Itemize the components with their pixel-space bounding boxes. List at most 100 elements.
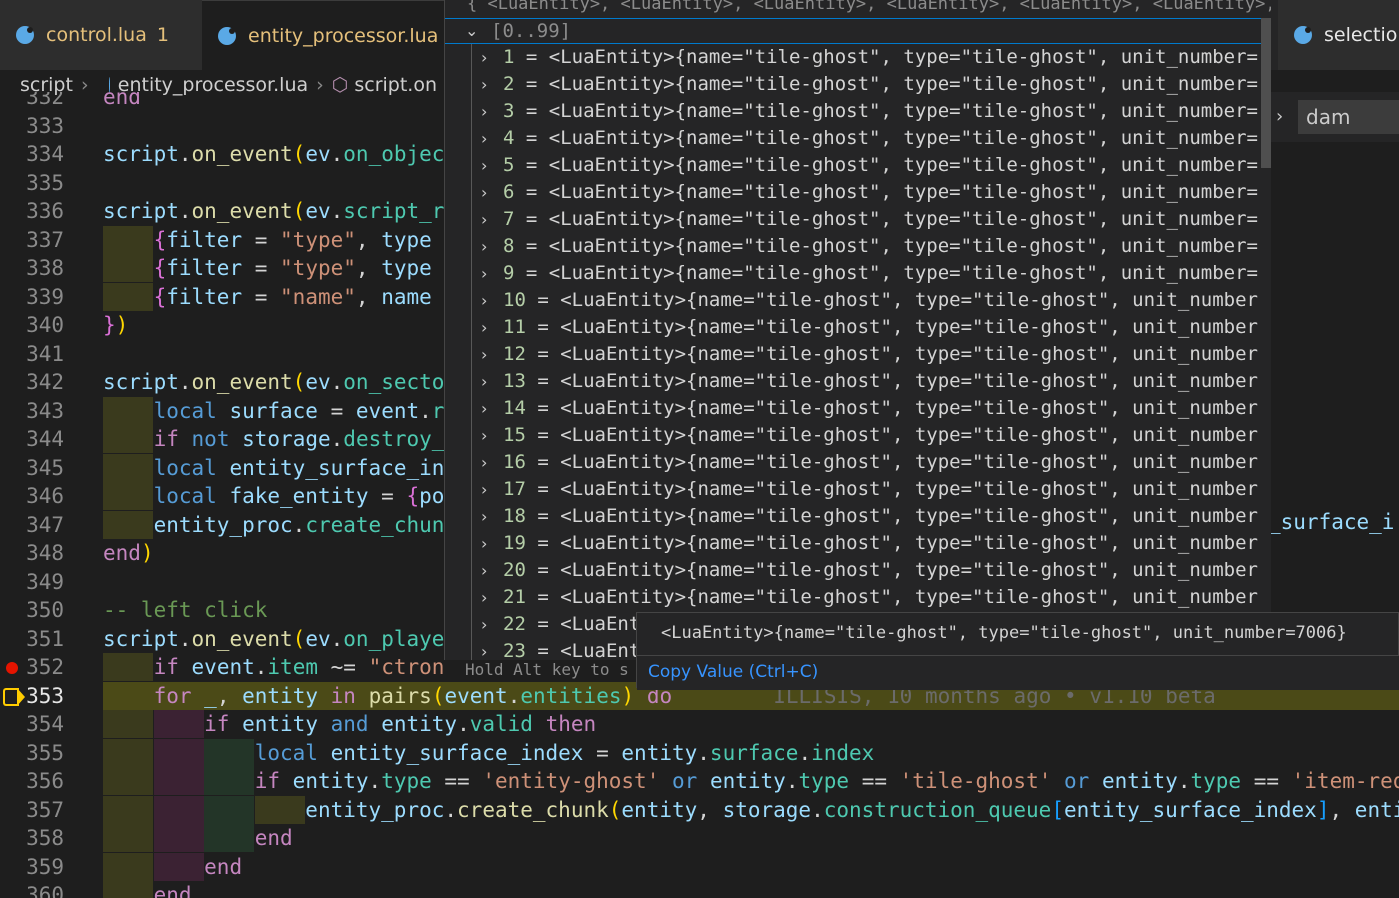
code-text: entity_proc.create_chun — [153, 512, 445, 537]
line-number[interactable]: 348 — [0, 539, 64, 567]
tab-label: entity_processor.lua — [248, 24, 439, 47]
variable-row[interactable]: › 9 = <LuaEntity>{name="tile-ghost", type… — [445, 260, 1271, 287]
line-number[interactable]: 355 — [0, 739, 64, 767]
line-number[interactable]: 356 — [0, 767, 64, 795]
chevron-right-icon[interactable]: › — [481, 611, 487, 638]
variable-text: 3 = <LuaEntity>{name="tile-ghost", type=… — [503, 100, 1258, 122]
line-number[interactable]: 338 — [0, 254, 64, 282]
tab-control-lua[interactable]: control.lua 1 — [0, 0, 202, 70]
chevron-right-icon[interactable]: › — [481, 503, 487, 530]
line-number[interactable]: 360 — [0, 881, 64, 898]
line-number[interactable]: 336 — [0, 197, 64, 225]
problem-count-badge: 1 — [156, 24, 169, 46]
line-number[interactable]: 357 — [0, 796, 64, 824]
line-number[interactable]: 340 — [0, 311, 64, 339]
chevron-down-icon[interactable]: ⌄ — [465, 21, 478, 40]
variable-row[interactable]: › 10 = <LuaEntity>{name="tile-ghost", typ… — [445, 287, 1271, 314]
line-number[interactable]: 332 — [0, 92, 64, 111]
variable-row[interactable]: › 8 = <LuaEntity>{name="tile-ghost", type… — [445, 233, 1271, 260]
variable-row[interactable]: › 19 = <LuaEntity>{name="tile-ghost", typ… — [445, 530, 1271, 557]
line-number[interactable]: 347 — [0, 511, 64, 539]
chevron-right-icon[interactable]: › — [481, 44, 487, 71]
chevron-right-icon[interactable]: › — [481, 98, 487, 125]
variable-row[interactable]: › 2 = <LuaEntity>{name="tile-ghost", type… — [445, 71, 1271, 98]
chevron-right-icon[interactable]: › — [481, 638, 487, 660]
code-text: if not storage.destroy_ — [153, 427, 445, 451]
variable-row[interactable]: › 17 = <LuaEntity>{name="tile-ghost", typ… — [445, 476, 1271, 503]
chevron-right-icon[interactable]: › — [481, 341, 487, 368]
chevron-right-icon[interactable]: › — [1276, 106, 1283, 127]
variable-row[interactable]: › 6 = <LuaEntity>{name="tile-ghost", type… — [445, 179, 1271, 206]
tab-entity-processor[interactable]: entity_processor.lua — [202, 0, 448, 70]
code-line[interactable]: 355 local entity_surface_index = entity.… — [0, 738, 1399, 767]
chevron-right-icon[interactable]: › — [481, 206, 487, 233]
variable-row[interactable]: › 12 = <LuaEntity>{name="tile-ghost", typ… — [445, 341, 1271, 368]
code-line[interactable]: 358 end — [0, 824, 1399, 852]
tab-selection[interactable]: selection_ — [1278, 0, 1399, 70]
variable-row[interactable]: › 11 = <LuaEntity>{name="tile-ghost", typ… — [445, 314, 1271, 341]
line-number[interactable]: 351 — [0, 625, 64, 653]
variable-row[interactable]: › 14 = <LuaEntity>{name="tile-ghost", typ… — [445, 395, 1271, 422]
line-number[interactable]: 354 — [0, 710, 64, 738]
variable-row[interactable]: › 15 = <LuaEntity>{name="tile-ghost", typ… — [445, 422, 1271, 449]
variable-row[interactable]: › 21 = <LuaEntity>{name="tile-ghost", typ… — [445, 584, 1271, 611]
variable-row[interactable]: › 3 = <LuaEntity>{name="tile-ghost", type… — [445, 98, 1271, 125]
line-number[interactable]: 342 — [0, 368, 64, 396]
line-number[interactable]: 337 — [0, 226, 64, 254]
variable-row[interactable]: › 7 = <LuaEntity>{name="tile-ghost", type… — [445, 206, 1271, 233]
line-number[interactable]: 358 — [0, 824, 64, 852]
chevron-right-icon[interactable]: › — [481, 449, 487, 476]
variable-row[interactable]: › 1 = <LuaEntity>{name="tile-ghost", type… — [445, 44, 1271, 71]
chevron-right-icon[interactable]: › — [481, 422, 487, 449]
line-number[interactable]: 334 — [0, 140, 64, 168]
code-text: end) — [103, 541, 154, 565]
lua-file-icon — [1294, 26, 1312, 44]
line-number[interactable]: 345 — [0, 454, 64, 482]
breakpoint-icon[interactable] — [6, 662, 18, 674]
variable-text: 19 = <LuaEntity>{name="tile-ghost", type… — [503, 532, 1258, 554]
code-text: end — [153, 883, 192, 898]
chevron-right-icon[interactable]: › — [481, 125, 487, 152]
copy-value-action[interactable]: Copy Value (Ctrl+C) — [637, 655, 1399, 690]
chevron-right-icon[interactable]: › — [481, 233, 487, 260]
chevron-right-icon[interactable]: › — [481, 260, 487, 287]
variable-row[interactable]: › 16 = <LuaEntity>{name="tile-ghost", typ… — [445, 449, 1271, 476]
chevron-right-icon[interactable]: › — [481, 314, 487, 341]
code-text: end — [204, 854, 243, 879]
chevron-right-icon[interactable]: › — [481, 557, 487, 584]
code-line[interactable]: 359 end — [0, 852, 1399, 881]
line-number[interactable]: 350 — [0, 596, 64, 624]
chevron-right-icon[interactable]: › — [481, 530, 487, 557]
variable-row[interactable]: › 13 = <LuaEntity>{name="tile-ghost", typ… — [445, 368, 1271, 395]
variable-row[interactable]: › 18 = <LuaEntity>{name="tile-ghost", typ… — [445, 503, 1271, 530]
line-number[interactable]: 349 — [0, 568, 64, 596]
code-text: entity_proc.create_chunk(entity, storage… — [305, 797, 1399, 822]
chevron-right-icon[interactable]: › — [481, 584, 487, 611]
chevron-right-icon[interactable]: › — [481, 395, 487, 422]
line-number[interactable]: 344 — [0, 425, 64, 453]
line-number[interactable]: 335 — [0, 169, 64, 197]
variable-row[interactable]: › 20 = <LuaEntity>{name="tile-ghost", typ… — [445, 557, 1271, 584]
line-number[interactable]: 341 — [0, 340, 64, 368]
code-line[interactable]: 356 if entity.type == 'entity-ghost' or … — [0, 767, 1399, 795]
line-number[interactable]: 346 — [0, 482, 64, 510]
chevron-right-icon[interactable]: › — [481, 152, 487, 179]
code-line[interactable]: 360 end — [0, 881, 1399, 898]
chevron-right-icon[interactable]: › — [481, 476, 487, 503]
group-row[interactable]: ⌄ [0..99] — [445, 18, 1271, 44]
find-input[interactable]: dam — [1298, 100, 1399, 134]
chevron-right-icon[interactable]: › — [481, 287, 487, 314]
line-number[interactable]: 339 — [0, 283, 64, 311]
scrollbar-thumb[interactable] — [1261, 18, 1271, 168]
line-number[interactable]: 359 — [0, 853, 64, 881]
variable-row[interactable]: › 5 = <LuaEntity>{name="tile-ghost", type… — [445, 152, 1271, 179]
code-line[interactable]: 357 entity_proc.create_chunk(entity, sto… — [0, 795, 1399, 824]
chevron-right-icon[interactable]: › — [481, 71, 487, 98]
chevron-right-icon[interactable]: › — [481, 179, 487, 206]
code-line[interactable]: 354 if entity and entity.valid then — [0, 710, 1399, 738]
variable-row[interactable]: › 4 = <LuaEntity>{name="tile-ghost", type… — [445, 125, 1271, 152]
chevron-right-icon[interactable]: › — [481, 368, 487, 395]
line-number[interactable]: 343 — [0, 397, 64, 425]
line-number[interactable]: 333 — [0, 112, 64, 140]
variable-text: 23 = <LuaEnt — [503, 640, 641, 660]
